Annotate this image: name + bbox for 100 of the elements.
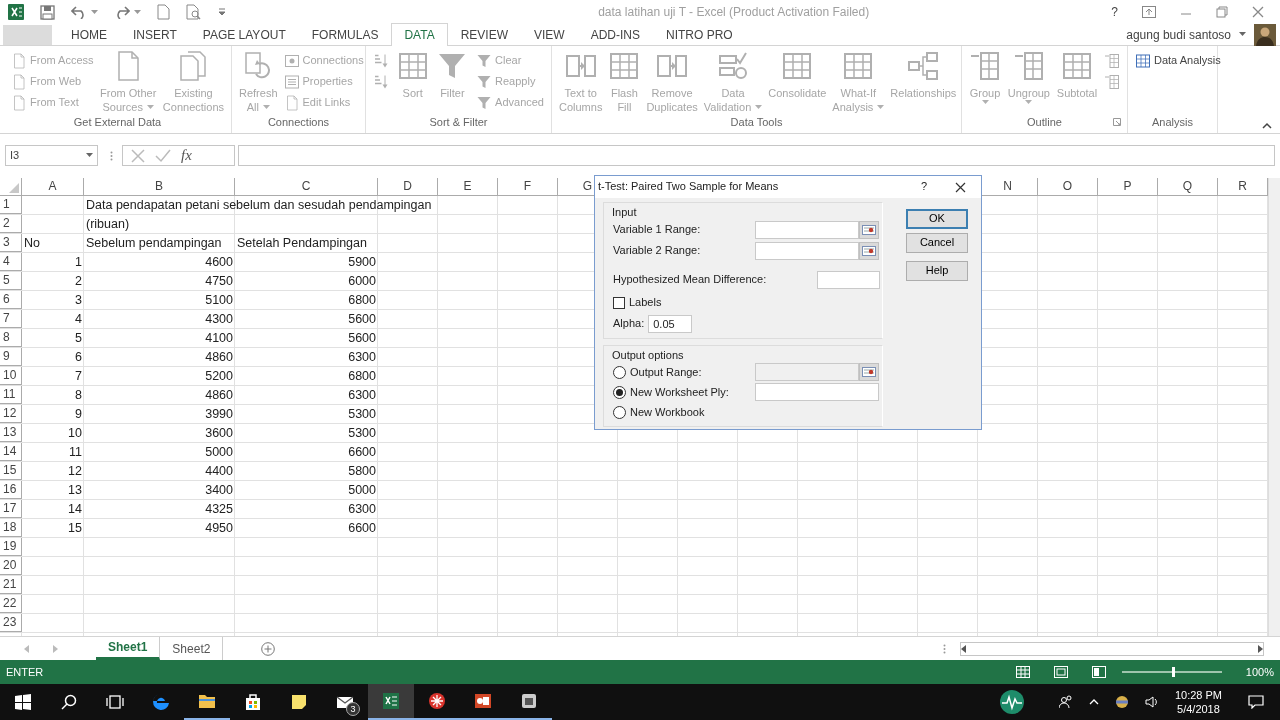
ribbon-display-options-icon[interactable]: [1142, 6, 1156, 18]
normal-view-icon[interactable]: [1015, 666, 1030, 678]
taskbar-button[interactable]: 3: [322, 684, 368, 720]
zoom-slider-thumb[interactable]: [1171, 667, 1175, 677]
row-header[interactable]: 5: [0, 272, 22, 290]
name-box[interactable]: I3: [5, 145, 98, 166]
radio-button[interactable]: [613, 405, 626, 419]
dialog-button[interactable]: OK: [906, 209, 968, 229]
notification-icon[interactable]: [1248, 695, 1264, 709]
ribbon-tab[interactable]: DATA: [391, 23, 448, 46]
insert-function-button[interactable]: fx: [181, 144, 192, 167]
column-header[interactable]: P: [1098, 178, 1158, 196]
row-header[interactable]: 8: [0, 329, 22, 347]
vertical-scrollbar[interactable]: [1268, 178, 1280, 636]
dialog-launcher-icon[interactable]: [1113, 118, 1121, 126]
column-header[interactable]: O: [1038, 178, 1098, 196]
chevron-up-icon[interactable]: [1088, 699, 1099, 705]
radio-button[interactable]: [613, 365, 626, 379]
ribbon-tab[interactable]: ADD-INS: [577, 23, 653, 45]
radio-label[interactable]: Output Range:: [630, 365, 755, 379]
row-header[interactable]: 3: [0, 234, 22, 252]
network-icon[interactable]: [1114, 695, 1129, 709]
row-header[interactable]: 10: [0, 367, 22, 385]
table-cell-text: 6800: [347, 368, 377, 385]
help-button[interactable]: ?: [920, 180, 927, 194]
row-header[interactable]: 2: [0, 215, 22, 233]
row-header[interactable]: 14: [0, 443, 22, 461]
collapse-ribbon-icon[interactable]: [1262, 122, 1272, 129]
task-view-icon: [106, 695, 124, 709]
column-header[interactable]: C: [235, 178, 378, 196]
ribbon-tab[interactable]: FORMULAS: [298, 23, 392, 45]
checkbox-label[interactable]: Labels: [629, 296, 662, 310]
dialog-button[interactable]: Help: [906, 261, 968, 281]
ribbon-tab[interactable]: HOME: [58, 23, 120, 45]
dialog-button[interactable]: Cancel: [906, 233, 968, 253]
row-header[interactable]: 1: [0, 196, 22, 214]
row-header[interactable]: 16: [0, 481, 22, 499]
section-label: Input: [612, 206, 638, 220]
range-field[interactable]: [755, 241, 859, 260]
column-header[interactable]: B: [84, 178, 235, 196]
row-header[interactable]: 15: [0, 462, 22, 480]
browser-icon: [151, 692, 171, 712]
column-header[interactable]: F: [498, 178, 558, 196]
page-break-view-icon[interactable]: [1091, 666, 1106, 678]
column-header[interactable]: A: [22, 178, 84, 196]
radio-label[interactable]: New Worksheet Ply:: [630, 385, 755, 399]
table-cell-text: 5000: [204, 444, 234, 461]
clock[interactable]: 10:28 PM 5/4/2018: [1174, 688, 1222, 716]
close-icon[interactable]: [955, 181, 966, 193]
column-header[interactable]: R: [1218, 178, 1268, 196]
radio-button[interactable]: [613, 385, 626, 399]
row-header[interactable]: 22: [0, 595, 22, 613]
row-header[interactable]: 13: [0, 424, 22, 442]
row-header[interactable]: 21: [0, 576, 22, 594]
row-header[interactable]: 20: [0, 557, 22, 575]
column-header[interactable]: E: [438, 178, 498, 196]
range-picker-button[interactable]: [859, 363, 879, 382]
row-header[interactable]: 12: [0, 405, 22, 423]
row-header[interactable]: 23: [0, 614, 22, 632]
row-header[interactable]: 18: [0, 519, 22, 537]
column-header[interactable]: D: [378, 178, 438, 196]
scroll-left-icon[interactable]: [961, 644, 966, 653]
ribbon-tab[interactable]: INSERT: [120, 23, 190, 45]
range-field[interactable]: [755, 220, 859, 239]
column-header[interactable]: Q: [1158, 178, 1218, 196]
ribbon-tab[interactable]: REVIEW: [447, 23, 521, 45]
ribbon-button[interactable]: Data Analysis: [1132, 50, 1224, 71]
user-name[interactable]: agung budi santoso: [1126, 25, 1231, 44]
ribbon-tab[interactable]: PAGE LAYOUT: [189, 23, 299, 45]
row-header[interactable]: 6: [0, 291, 22, 309]
alpha-field[interactable]: 0.05: [648, 314, 693, 333]
page-layout-view-icon[interactable]: [1053, 666, 1068, 678]
speaker-icon[interactable]: [1144, 696, 1159, 708]
row-header[interactable]: 7: [0, 310, 22, 328]
row-header[interactable]: 4: [0, 253, 22, 271]
people-icon[interactable]: [1058, 695, 1073, 709]
ribbon-tab[interactable]: NITRO PRO: [653, 23, 746, 45]
range-picker-button[interactable]: [859, 220, 879, 239]
formula-input[interactable]: [238, 145, 1275, 166]
zoom-level[interactable]: 100%: [1245, 663, 1274, 681]
ribbon-tab[interactable]: VIEW: [521, 23, 578, 45]
radio-label[interactable]: New Workbook: [630, 405, 755, 419]
table-icon: [1061, 50, 1093, 82]
splitter-icon[interactable]: [943, 643, 946, 654]
row-header[interactable]: 9: [0, 348, 22, 366]
help-button[interactable]: ?: [1111, 3, 1118, 21]
range-picker-button[interactable]: [859, 241, 879, 260]
text-field[interactable]: [755, 383, 879, 402]
row-header[interactable]: 19: [0, 538, 22, 556]
checkbox[interactable]: [613, 296, 625, 309]
row-header[interactable]: 17: [0, 500, 22, 518]
text-field[interactable]: [817, 270, 880, 289]
activity-icon[interactable]: [998, 689, 1025, 715]
row-header[interactable]: 11: [0, 386, 22, 404]
scroll-right-icon[interactable]: [1258, 644, 1263, 653]
range-field[interactable]: [755, 363, 859, 382]
sheet-tab[interactable]: Sheet1: [96, 637, 161, 660]
horizontal-scrollbar[interactable]: [960, 641, 1264, 656]
table-icon: [608, 50, 641, 82]
add-sheet-icon[interactable]: [261, 641, 276, 656]
